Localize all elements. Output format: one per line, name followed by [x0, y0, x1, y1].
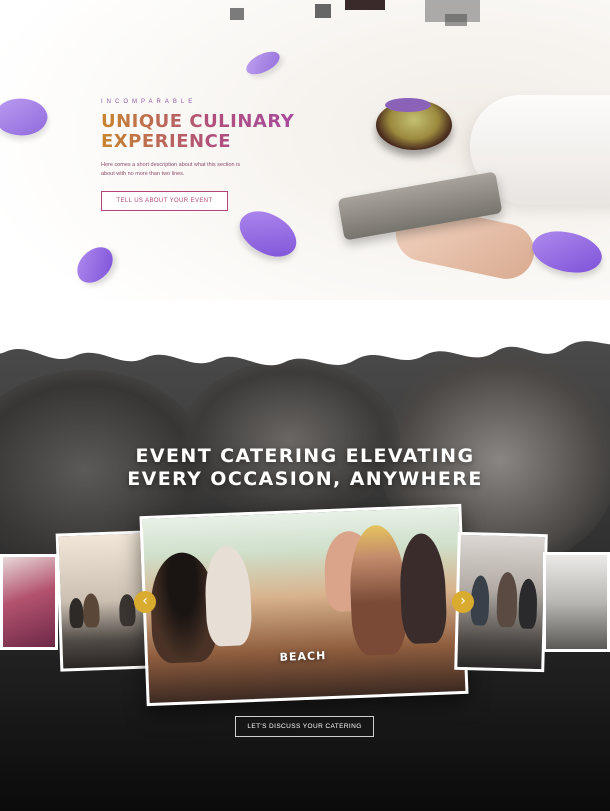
torn-paper-edge — [0, 300, 610, 366]
petal-decoration — [527, 221, 607, 283]
petal-decoration — [232, 199, 304, 269]
guest-figure — [398, 532, 448, 645]
petal-decoration — [243, 48, 283, 78]
petal-decoration — [0, 91, 52, 143]
guest-figure — [496, 571, 518, 628]
carousel-next-button[interactable]: › — [452, 591, 474, 613]
chevron-right-icon: › — [460, 593, 466, 609]
carousel-slide-beach[interactable] — [139, 503, 469, 707]
ink-splatter-decoration — [230, 0, 480, 26]
events-title-line-1: EVENT CATERING ELEVATING — [135, 445, 475, 467]
hero-title: UNIQUE CULINARY EXPERIENCE — [101, 112, 321, 152]
petal-decoration — [70, 242, 120, 288]
carousel-slide-venue[interactable] — [543, 552, 610, 652]
hero-text-block: INCOMPARABLE UNIQUE CULINARY EXPERIENCE … — [101, 99, 321, 179]
hero-title-line-2: EXPERIENCE — [101, 131, 232, 152]
discuss-catering-button[interactable]: LET'S DISCUSS YOUR CATERING — [235, 716, 374, 737]
tart-topping-image — [385, 98, 431, 112]
guest-figure — [82, 593, 100, 628]
guest-figure — [348, 524, 408, 657]
carousel-slide-wedding[interactable] — [0, 554, 58, 650]
hero-eyebrow: INCOMPARABLE — [101, 99, 197, 105]
chevron-left-icon: ‹ — [142, 593, 148, 609]
events-title: EVENT CATERING ELEVATING EVERY OCCASION,… — [0, 445, 610, 491]
events-title-line-2: EVERY OCCASION, ANYWHERE — [127, 468, 483, 490]
guest-figure — [68, 597, 84, 629]
hero-description: Here comes a short description about wha… — [101, 162, 241, 177]
guest-figure — [518, 578, 538, 629]
hero-title-line-1: UNIQUE CULINARY — [101, 111, 295, 132]
carousel-prev-button[interactable]: ‹ — [134, 591, 156, 613]
guest-figure — [203, 545, 253, 647]
tell-us-about-event-button[interactable]: TELL US ABOUT YOUR EVENT — [101, 191, 228, 211]
